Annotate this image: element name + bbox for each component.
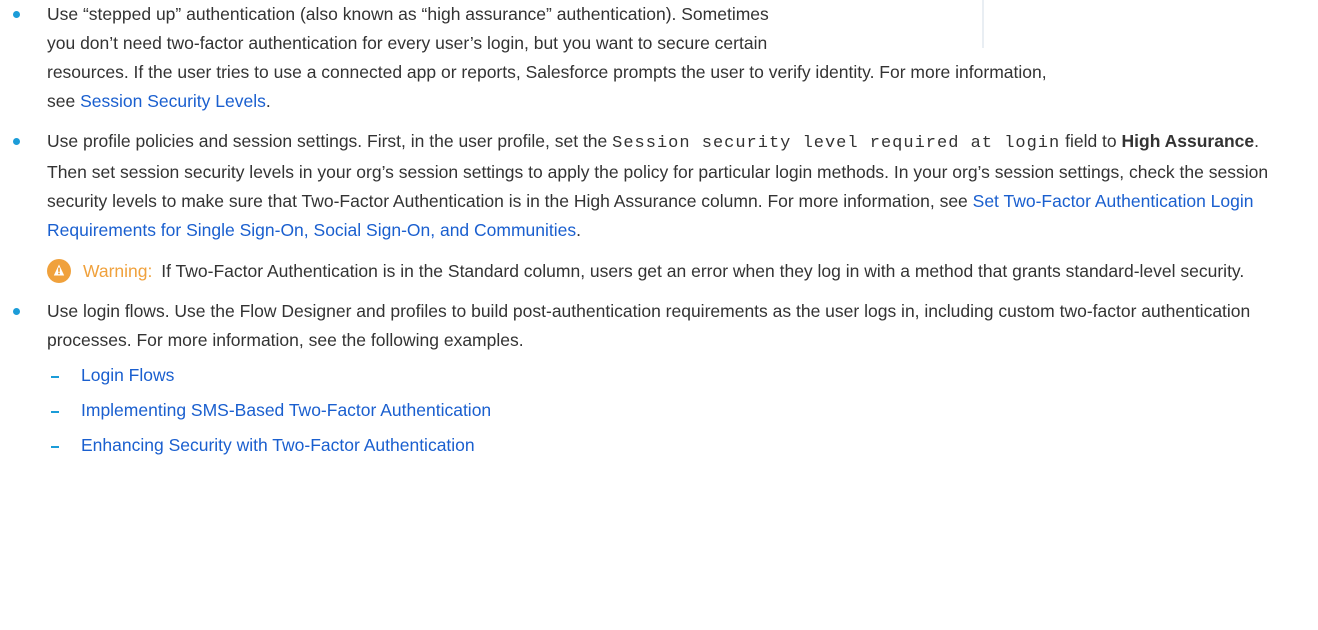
warning-text: If Two-Factor Authentication is in the S… xyxy=(161,261,1245,281)
login-flows-link[interactable]: Login Flows xyxy=(81,365,174,385)
session-security-levels-link[interactable]: Session Security Levels xyxy=(80,91,266,111)
examples-sublist: Login Flows Implementing SMS-Based Two-F… xyxy=(47,361,1302,460)
bullet-icon xyxy=(13,308,20,315)
warning-icon xyxy=(47,259,71,283)
enhancing-security-link[interactable]: Enhancing Security with Two-Factor Authe… xyxy=(81,435,475,455)
paragraph-text: . xyxy=(265,91,271,111)
paragraph-line: Use “stepped up” authentication (also kn… xyxy=(47,4,769,24)
list-item-login-flows: Use login flows. Use the Flow Designer a… xyxy=(0,297,1318,460)
paragraph-text: see xyxy=(47,91,81,111)
list-item-stepped-up: Use “stepped up” authentication (also kn… xyxy=(0,0,1318,116)
code-field-name: Session security level required at login xyxy=(612,134,1061,153)
list-item-profile-policies: Use profile policies and session setting… xyxy=(0,127,1318,286)
warning-label: Warning: xyxy=(83,261,153,281)
document-page: Use “stepped up” authentication (also kn… xyxy=(0,0,1318,630)
bold-value: High Assurance xyxy=(1121,131,1255,151)
sublist-item: Enhancing Security with Two-Factor Authe… xyxy=(47,431,1302,460)
paragraph-text: Use profile policies and session setting… xyxy=(47,131,613,151)
paragraph-line: you don’t need two-factor authentication… xyxy=(47,33,768,53)
paragraph-text: field to xyxy=(1060,131,1122,151)
paragraph-text: . xyxy=(576,220,582,240)
sublist-item: Login Flows xyxy=(47,361,1302,390)
warning-callout: Warning: If Two-Factor Authentication is… xyxy=(47,257,1302,286)
dash-icon xyxy=(51,446,59,448)
bullet-icon xyxy=(13,11,20,18)
bullet-list: Use “stepped up” authentication (also kn… xyxy=(0,0,1318,471)
sms-two-factor-link[interactable]: Implementing SMS-Based Two-Factor Authen… xyxy=(81,400,491,420)
dash-icon xyxy=(51,376,59,378)
paragraph-text: Use login flows. Use the Flow Designer a… xyxy=(47,301,1251,350)
sublist-item: Implementing SMS-Based Two-Factor Authen… xyxy=(47,396,1302,425)
bullet-icon xyxy=(13,138,20,145)
dash-icon xyxy=(51,411,59,413)
paragraph-line: resources. If the user tries to use a co… xyxy=(47,62,1047,82)
